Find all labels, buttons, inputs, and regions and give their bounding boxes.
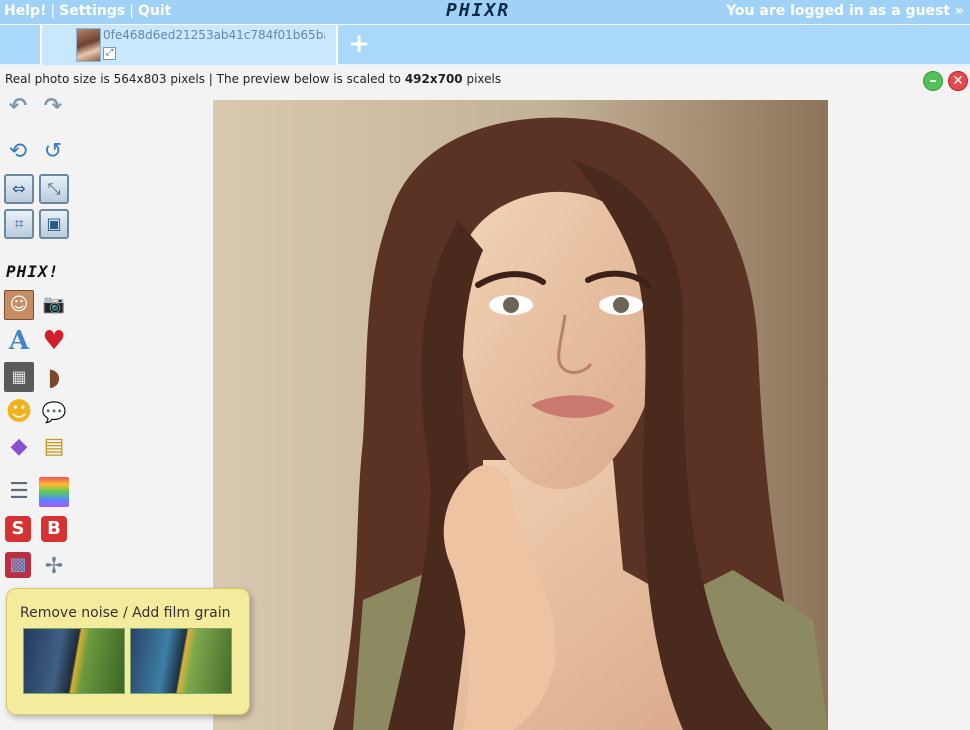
image-thumbnail[interactable] (76, 28, 101, 62)
menu-separator: | (50, 3, 56, 19)
noise-icon[interactable]: ▩ (5, 552, 31, 578)
remove-noise-preview[interactable] (23, 628, 125, 694)
shapes-icon[interactable]: ◆ (4, 432, 34, 462)
tilt-shift-icon[interactable]: ✢ (39, 552, 69, 582)
meme-icon[interactable]: ▦ (4, 362, 34, 392)
info-suffix: pixels (462, 72, 502, 86)
minimize-button[interactable]: – (923, 71, 943, 91)
frame-icon[interactable]: ▣ (39, 209, 69, 239)
portrait-illustration (213, 100, 828, 730)
face-effect-icon[interactable]: ☺ (4, 290, 34, 320)
tool-tooltip: Remove noise / Add film grain (6, 588, 250, 715)
app-logo: PHIXR (446, 0, 511, 21)
add-tab-button[interactable]: + (347, 31, 371, 57)
expand-icon[interactable]: ⤢ (103, 47, 116, 60)
rotate-90-icon[interactable]: ⟲ (3, 137, 33, 167)
undo-icon[interactable]: ↶ (3, 92, 33, 122)
text-icon[interactable]: A (4, 326, 34, 356)
camera-icon[interactable]: 📷 (39, 290, 69, 320)
menu-separator: | (129, 3, 134, 19)
photo-preview[interactable] (213, 100, 828, 730)
crop-icon[interactable]: ⌗ (4, 209, 34, 239)
emoji-icon[interactable]: ☻ (4, 397, 34, 427)
phix-section-label: PHIX! (6, 262, 60, 281)
heart-icon[interactable]: ♥ (39, 326, 69, 356)
info-prefix: Real photo size is 564x803 pixels | The … (5, 72, 405, 86)
color-strips-icon[interactable]: ≡ (39, 477, 69, 507)
close-button[interactable]: ✕ (948, 71, 968, 91)
photo-size-info: Real photo size is 564x803 pixels | The … (5, 72, 501, 86)
image-tab-bar: 0fe468d6ed21253ab41c784f01b65ba ⤢ + (0, 24, 970, 66)
adjust-sliders-icon[interactable]: ☰ (4, 477, 34, 507)
layers-icon[interactable]: ▤ (39, 432, 69, 462)
tool-sidebar: ↶ ↷ ⟲ ↺ ⇔ ⤡ ⌗ ▣ PHIX! ☺ 📷 A ♥ ▦ ◗ ☻ 💬 ◆ … (0, 92, 80, 612)
top-menu: Help! | Settings | Quit (4, 3, 171, 19)
image-tab-name: 0fe468d6ed21253ab41c784f01b65ba (103, 28, 325, 42)
image-tab[interactable]: 0fe468d6ed21253ab41c784f01b65ba ⤢ (40, 25, 338, 65)
login-status-link[interactable]: You are logged in as a guest » (726, 3, 964, 19)
hair-icon[interactable]: ◗ (39, 362, 69, 392)
speech-bubble-icon[interactable]: 💬 (39, 397, 69, 427)
blur-icon[interactable]: B (41, 516, 67, 542)
top-bar: Help! | Settings | Quit PHIXR You are logged… (0, 0, 970, 24)
sharpen-icon[interactable]: S (5, 516, 31, 542)
add-film-grain-preview[interactable] (130, 628, 232, 694)
help-link[interactable]: Help! (4, 3, 46, 19)
scaled-size: 492x700 (404, 72, 463, 86)
flip-icon[interactable]: ⇔ (4, 174, 34, 204)
resize-icon[interactable]: ⤡ (39, 174, 69, 204)
tooltip-title: Remove noise / Add film grain (20, 605, 231, 621)
quit-link[interactable]: Quit (138, 3, 171, 19)
settings-link[interactable]: Settings (59, 3, 125, 19)
redo-icon[interactable]: ↷ (38, 92, 68, 122)
rotate-icon[interactable]: ↺ (38, 137, 68, 167)
